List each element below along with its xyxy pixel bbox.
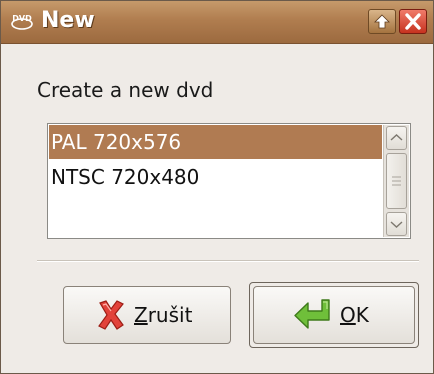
list-item-ntsc[interactable]: NTSC 720x480 (49, 160, 382, 194)
format-list[interactable]: PAL 720x576 NTSC 720x480 (47, 123, 411, 239)
dialog-window: DVD New Create a new dvd PAL 720x576 NTS… (0, 0, 434, 374)
list-item-label: NTSC 720x480 (51, 165, 200, 189)
cancel-mnemonic: Z (134, 303, 148, 327)
cancel-button[interactable]: Zrušit (63, 286, 231, 344)
separator (37, 260, 419, 262)
ok-label: OK (340, 303, 369, 327)
dialog-prompt: Create a new dvd (37, 78, 214, 102)
cancel-label-rest: rušit (147, 303, 193, 327)
dvd-icon: DVD (11, 12, 33, 30)
chevron-down-icon (390, 221, 403, 228)
list-item-label: PAL 720x576 (51, 130, 182, 154)
maximize-button[interactable] (368, 9, 396, 34)
arrow-up-icon (374, 14, 390, 29)
ok-button[interactable]: OK (253, 286, 415, 344)
scroll-up-button[interactable] (386, 126, 407, 150)
list-scrollbar[interactable] (383, 125, 409, 237)
scroll-thumb[interactable] (386, 153, 407, 209)
grip-icon (392, 176, 401, 186)
window-title: New (41, 8, 95, 33)
ok-label-rest: K (355, 303, 369, 327)
title-bar[interactable]: DVD New (1, 1, 433, 44)
close-button[interactable] (399, 9, 427, 34)
close-x-icon (405, 13, 421, 30)
cancel-label: Zrušit (134, 303, 192, 327)
list-item-pal[interactable]: PAL 720x576 (49, 125, 382, 159)
chevron-up-icon (390, 134, 403, 141)
cancel-x-icon (94, 299, 128, 336)
svg-text:DVD: DVD (12, 14, 32, 23)
scroll-down-button[interactable] (386, 212, 407, 236)
enter-arrow-icon (292, 297, 332, 338)
ok-mnemonic: O (340, 303, 356, 327)
